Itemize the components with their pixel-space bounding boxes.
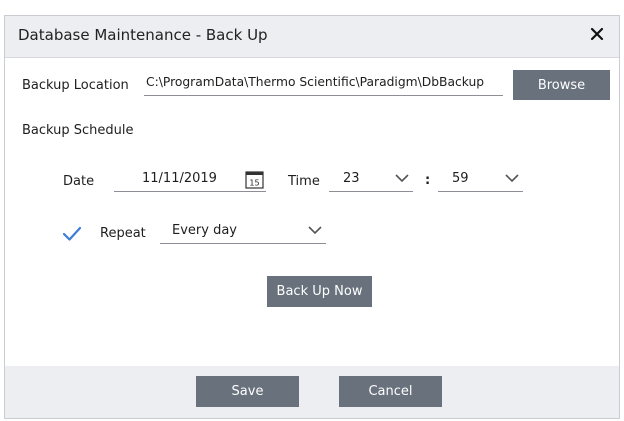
repeat-value: Every day <box>172 223 237 238</box>
backup-location-field[interactable]: C:\ProgramData\Thermo Scientific\Paradig… <box>144 75 503 96</box>
date-value: 11/11/2019 <box>142 171 217 186</box>
browse-label: Browse <box>537 77 586 93</box>
time-separator: : <box>425 173 431 188</box>
backup-location-value: C:\ProgramData\Thermo Scientific\Paradig… <box>146 75 485 89</box>
dialog-titlebar: Database Maintenance - Back Up <box>5 16 619 58</box>
back-up-now-button[interactable]: Back Up Now <box>267 276 372 307</box>
cancel-label: Cancel <box>368 384 413 399</box>
hour-select[interactable]: 23 <box>329 171 413 192</box>
dialog-footer: Save Cancel <box>5 366 619 418</box>
close-icon <box>590 27 604 41</box>
chevron-down-icon <box>395 174 409 183</box>
hour-value: 23 <box>343 171 360 186</box>
backup-location-label: Backup Location <box>22 78 129 93</box>
minute-select[interactable]: 59 <box>438 171 523 192</box>
dialog-title: Database Maintenance - Back Up <box>18 26 268 44</box>
back-up-now-label: Back Up Now <box>276 284 363 299</box>
repeat-checkbox[interactable] <box>62 225 82 243</box>
chevron-down-icon <box>505 174 519 183</box>
browse-button[interactable]: Browse <box>513 70 610 100</box>
cancel-button[interactable]: Cancel <box>339 376 442 407</box>
save-label: Save <box>231 384 264 399</box>
save-button[interactable]: Save <box>196 376 299 407</box>
minute-value: 59 <box>452 171 469 186</box>
chevron-down-icon <box>308 226 322 235</box>
date-field[interactable]: 11/11/2019 <box>114 171 266 192</box>
calendar-day: 15 <box>249 179 259 188</box>
backup-dialog: Database Maintenance - Back Up Backup Lo… <box>4 15 620 419</box>
repeat-label: Repeat <box>100 226 146 241</box>
calendar-icon[interactable]: 15 <box>245 170 264 189</box>
close-button[interactable] <box>585 22 609 46</box>
backup-schedule-label: Backup Schedule <box>22 123 134 138</box>
time-label: Time <box>288 174 320 189</box>
repeat-select[interactable]: Every day <box>160 223 326 244</box>
checkmark-icon <box>62 226 82 241</box>
date-label: Date <box>63 174 95 189</box>
